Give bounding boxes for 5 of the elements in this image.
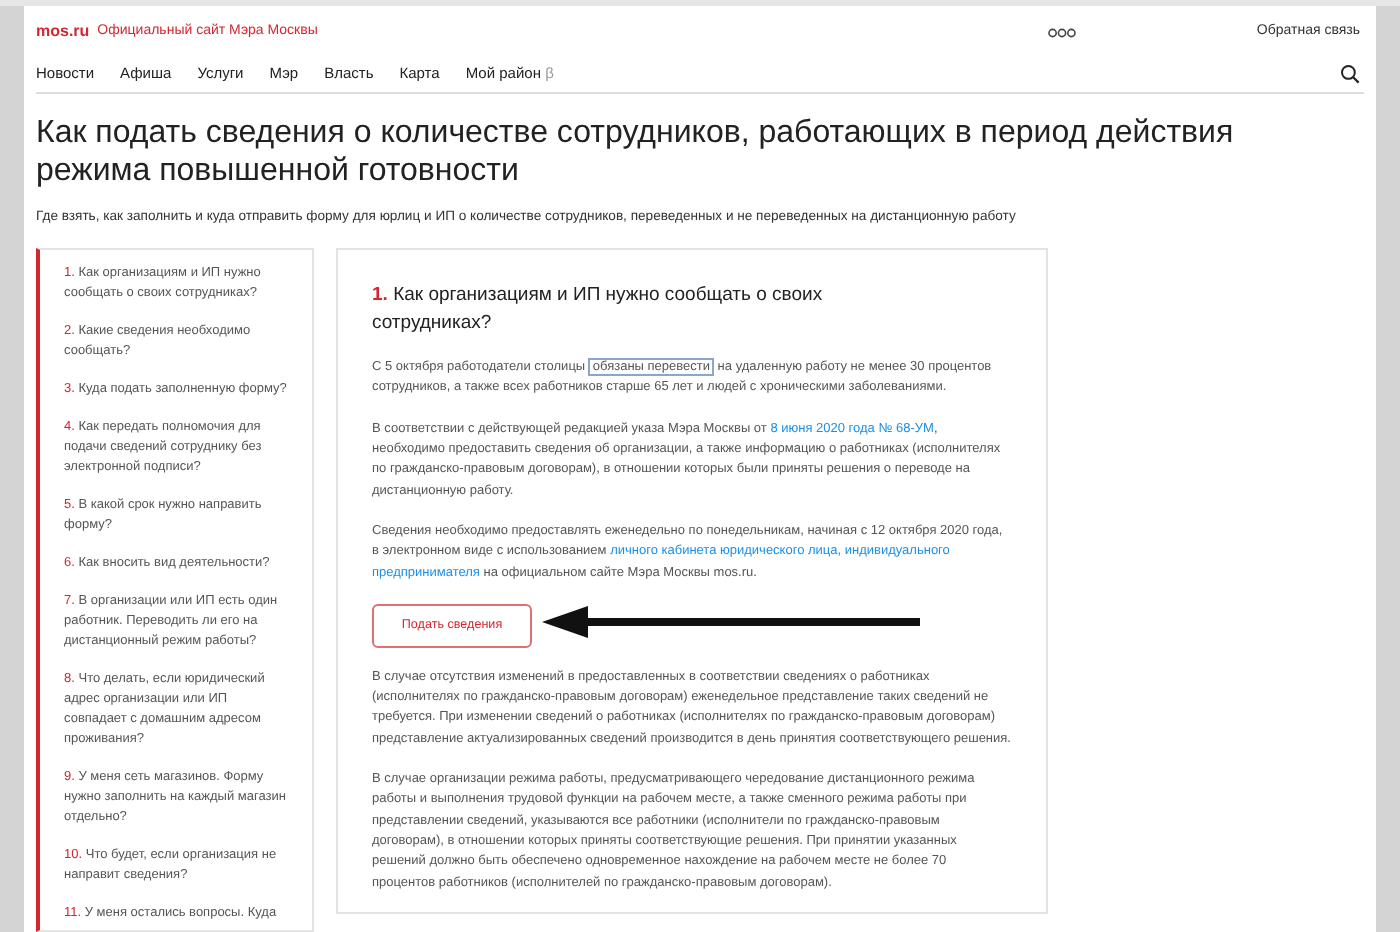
- circles-icon[interactable]: [1048, 27, 1077, 37]
- section-heading: 1. Как организациям и ИП нужно сообщать о своих сотрудниках?: [372, 282, 825, 339]
- site-logo[interactable]: mos.ru: [36, 20, 90, 44]
- page-title: Как подать сведения о количестве сотрудников, работающих в период действия режима повышенной готовности: [36, 114, 1236, 190]
- search-icon[interactable]: [1340, 63, 1360, 83]
